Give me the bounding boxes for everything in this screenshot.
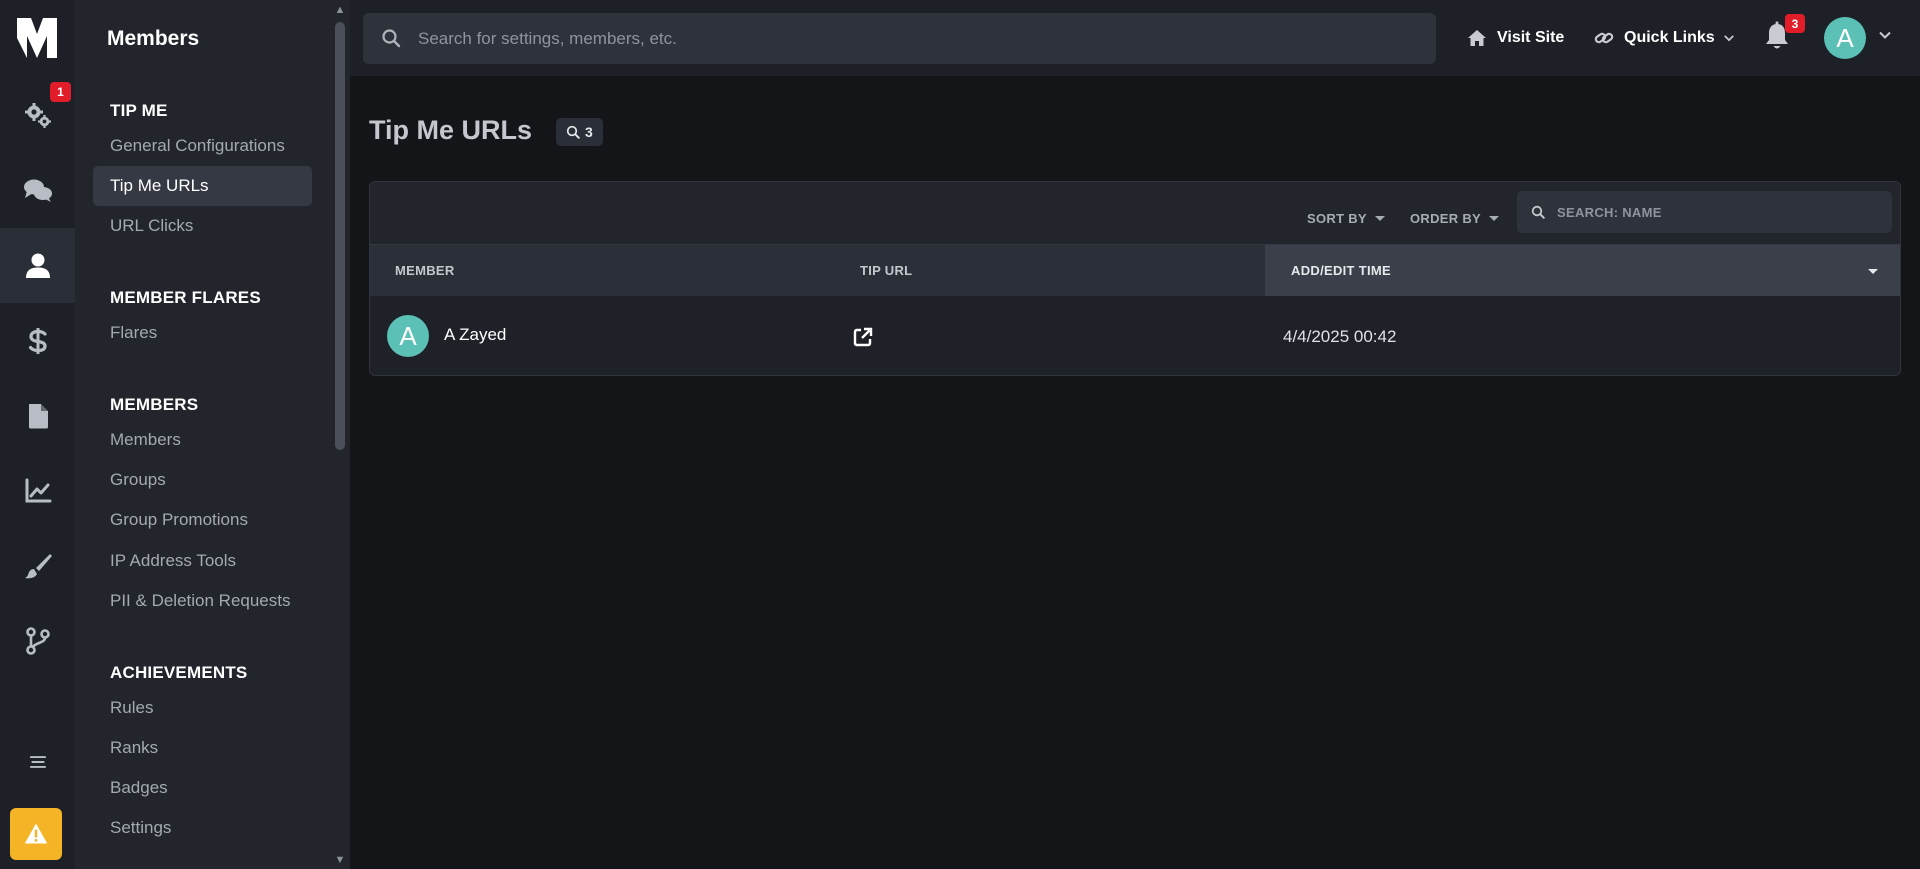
- visit-site-button[interactable]: Visit Site: [1467, 24, 1564, 52]
- subnav-link-members[interactable]: Members: [93, 420, 312, 460]
- result-count: 3: [585, 124, 593, 140]
- chevron-down-icon[interactable]: [1878, 28, 1892, 42]
- order-by-dropdown[interactable]: ORDER BY: [1410, 208, 1500, 228]
- subnav-link-rules[interactable]: Rules: [93, 688, 312, 728]
- warning-icon: [24, 823, 48, 844]
- subnav-link-pii-deletion-requests[interactable]: PII & Deletion Requests: [93, 581, 312, 621]
- order-by-label: ORDER BY: [1410, 210, 1482, 226]
- logo-icon[interactable]: [17, 18, 57, 58]
- top-header: Visit Site Quick Links 3 A: [350, 0, 1920, 76]
- gears-icon: [24, 102, 51, 128]
- table-search-input[interactable]: [1557, 204, 1892, 220]
- rail-item-chat[interactable]: [0, 153, 75, 228]
- user-avatar[interactable]: A: [1824, 17, 1866, 59]
- search-icon: [1531, 205, 1545, 219]
- column-header-add-edit-time-label: ADD/EDIT TIME: [1291, 263, 1391, 278]
- table-row[interactable]: A A Zayed 4/4/2025 00:42: [370, 296, 1900, 375]
- page-title: Tip Me URLs: [369, 115, 533, 145]
- scroll-up-arrow-icon[interactable]: ▲: [333, 5, 347, 16]
- search-icon: [382, 29, 401, 48]
- external-link-icon[interactable]: [852, 326, 874, 348]
- subnav-link-general-configurations[interactable]: General Configurations: [93, 126, 312, 166]
- table-search[interactable]: [1517, 191, 1892, 233]
- subnav-link-ip-address-tools[interactable]: IP Address Tools: [93, 541, 312, 581]
- rail-item-finance[interactable]: [0, 303, 75, 378]
- search-icon: [566, 125, 580, 139]
- icon-rail: 1: [0, 0, 75, 869]
- section-member-flares: MEMBER FLARES: [110, 288, 261, 307]
- quick-links-label: Quick Links: [1624, 29, 1715, 46]
- quick-links-button[interactable]: Quick Links: [1594, 24, 1735, 52]
- dollar-icon: [28, 327, 47, 354]
- home-icon: [1468, 30, 1486, 46]
- rail-item-appearance[interactable]: [0, 528, 75, 603]
- link-icon: [1594, 32, 1614, 44]
- subnav-link-tip-me-urls[interactable]: Tip Me URLs: [93, 166, 312, 206]
- notification-count-badge: 3: [1785, 14, 1805, 33]
- subnav-title: Members: [107, 27, 200, 50]
- result-count-badge: 3: [556, 118, 603, 146]
- subnav-link-url-clicks[interactable]: URL Clicks: [93, 206, 312, 246]
- global-search[interactable]: [363, 13, 1436, 64]
- member-avatar[interactable]: A: [387, 315, 429, 357]
- warning-button[interactable]: [10, 808, 62, 860]
- sort-by-label: SORT BY: [1307, 210, 1367, 226]
- column-header-tip-url[interactable]: TIP URL: [860, 245, 1280, 297]
- member-name[interactable]: A Zayed: [444, 325, 506, 345]
- rail-item-members[interactable]: [0, 228, 75, 303]
- subnav-link-badges[interactable]: Badges: [93, 768, 312, 808]
- chart-line-icon: [25, 478, 51, 502]
- rail-item-statistics[interactable]: [0, 453, 75, 528]
- subnav-link-group-promotions[interactable]: Group Promotions: [93, 500, 312, 540]
- settings-notification-badge: 1: [50, 82, 71, 102]
- section-tip-me: TIP ME: [110, 101, 168, 120]
- app-root: 1 Members TIP ME General Configurations …: [0, 0, 1920, 869]
- caret-down-icon: [1374, 215, 1385, 221]
- rail-item-pages[interactable]: [0, 378, 75, 453]
- sort-by-dropdown[interactable]: SORT BY: [1307, 208, 1385, 228]
- subnav-scrollbar-thumb[interactable]: [335, 22, 345, 450]
- branch-icon: [25, 626, 50, 655]
- chevron-down-icon: [1723, 35, 1734, 42]
- caret-down-icon: [1489, 215, 1500, 221]
- subnav-link-flares[interactable]: Flares: [93, 313, 312, 353]
- subnav-link-groups[interactable]: Groups: [93, 460, 312, 500]
- paintbrush-icon: [24, 553, 52, 578]
- section-achievements: ACHIEVEMENTS: [110, 663, 248, 682]
- column-header-member[interactable]: MEMBER: [395, 245, 835, 297]
- rail-item-development[interactable]: [0, 603, 75, 678]
- section-members: MEMBERS: [110, 395, 199, 414]
- sort-desc-caret-icon: [1868, 269, 1878, 274]
- global-search-input[interactable]: [418, 28, 1436, 49]
- tip-urls-table-card: SORT BY ORDER BY MEMBER TIP URL ADD/EDIT…: [369, 181, 1901, 376]
- scroll-down-arrow-icon[interactable]: ▼: [333, 855, 347, 866]
- chat-icon: [23, 179, 52, 202]
- column-header-add-edit-time[interactable]: ADD/EDIT TIME: [1265, 245, 1900, 297]
- visit-site-label: Visit Site: [1497, 29, 1565, 46]
- subnav-link-settings[interactable]: Settings: [93, 808, 312, 848]
- rail-item-menu[interactable]: [0, 724, 75, 799]
- subnav-link-ranks[interactable]: Ranks: [93, 728, 312, 768]
- table-header: MEMBER TIP URL ADD/EDIT TIME: [370, 244, 1900, 297]
- user-icon: [25, 253, 50, 278]
- add-edit-time: 4/4/2025 00:42: [1283, 327, 1397, 346]
- file-icon: [28, 403, 48, 428]
- members-subnav: Members TIP ME General Configurations Ti…: [75, 0, 350, 869]
- menu-icon: [29, 755, 46, 768]
